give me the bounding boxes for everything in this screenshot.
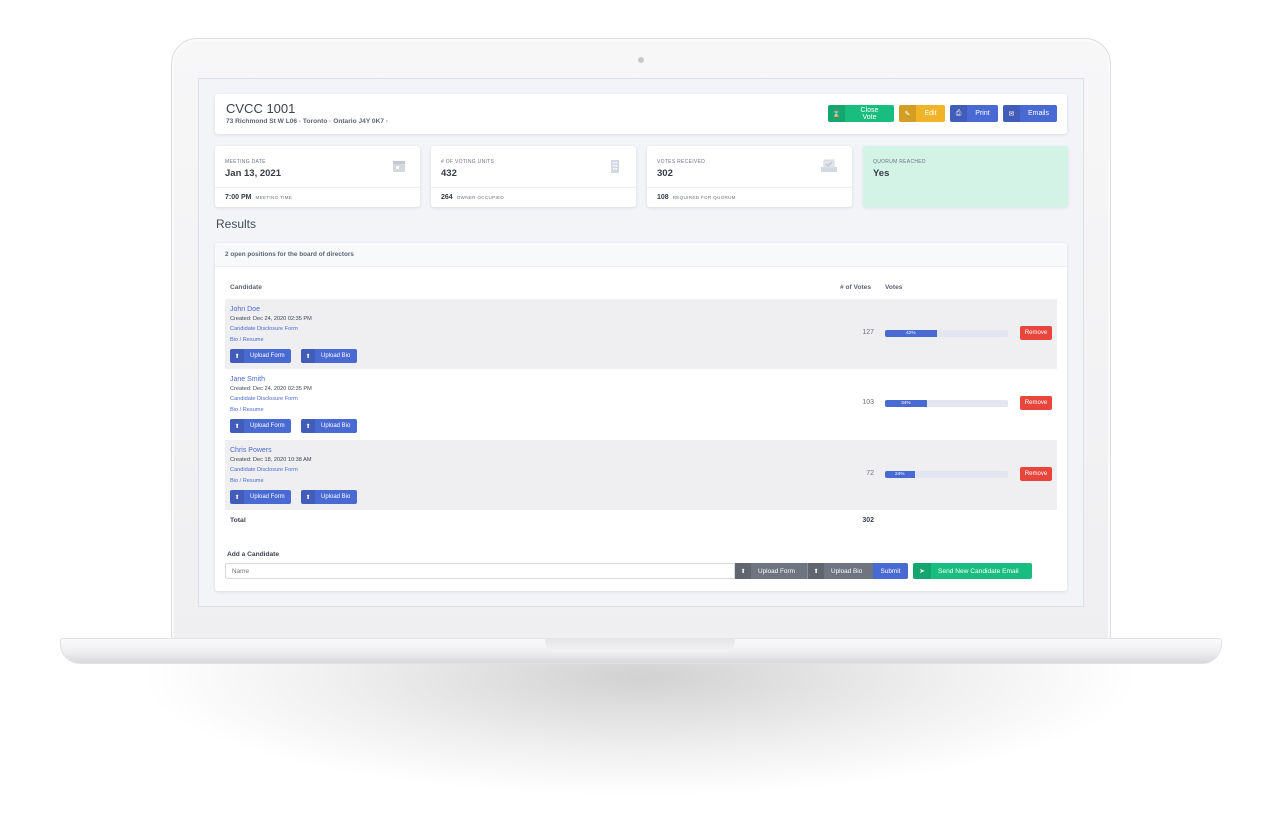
candidate-created: Created: Dec 24, 2020 02:35 PM bbox=[230, 316, 312, 322]
candidate-created: Created: Dec 24, 2020 02:35 PM bbox=[230, 386, 312, 392]
emails-button[interactable]: ✉ Emails bbox=[1003, 105, 1057, 122]
ballot-box-icon bbox=[820, 159, 838, 173]
upload-bio-button[interactable]: ⬆ Upload Bio bbox=[301, 490, 357, 504]
total-label: Total bbox=[230, 517, 246, 524]
upload-icon: ⬆ bbox=[735, 563, 751, 579]
voting-units-value: 432 bbox=[441, 168, 457, 179]
bio-resume-link[interactable]: Bio / Resume bbox=[230, 337, 264, 343]
upload-form-button[interactable]: ⬆ Upload Form bbox=[230, 490, 291, 504]
building-icon bbox=[608, 159, 622, 173]
candidate-name-link[interactable]: Jane Smith bbox=[230, 376, 265, 383]
results-heading: Results bbox=[216, 217, 257, 231]
submit-button[interactable]: Submit bbox=[873, 563, 908, 579]
upload-icon: ⬆ bbox=[301, 419, 315, 433]
vote-progress-bar: 34% bbox=[885, 400, 1008, 407]
edit-button[interactable]: ✎ Edit bbox=[899, 105, 945, 122]
col-votes: Votes bbox=[885, 284, 903, 291]
screen: CVCC 1001 73 Richmond St W L06 · Toronto… bbox=[198, 78, 1084, 607]
printer-icon: ⎙ bbox=[950, 105, 967, 122]
quorum-reached-value: Yes bbox=[873, 168, 890, 179]
upload-icon: ⬆ bbox=[230, 419, 244, 433]
send-candidate-email-button[interactable]: ➤ Send New Candidate Email bbox=[913, 563, 1032, 579]
page-title: CVCC 1001 bbox=[226, 101, 296, 116]
candidate-name-link[interactable]: John Doe bbox=[230, 306, 260, 313]
candidate-name-input[interactable] bbox=[225, 563, 735, 579]
meeting-time-value: 7:00 PM bbox=[225, 194, 252, 201]
upload-form-button[interactable]: ⬆ Upload Form bbox=[230, 419, 291, 433]
col-candidate: Candidate bbox=[230, 284, 262, 291]
vote-progress-bar: 24% bbox=[885, 471, 1008, 478]
upload-icon: ⬆ bbox=[808, 563, 824, 579]
owner-occupied-value: 264 bbox=[441, 194, 453, 201]
results-card: 2 open positions for the board of direct… bbox=[215, 243, 1067, 591]
paper-plane-icon: ➤ bbox=[913, 563, 931, 579]
disclosure-form-link[interactable]: Candidate Disclosure Form bbox=[230, 467, 298, 473]
laptop-notch bbox=[545, 638, 735, 652]
bio-resume-link[interactable]: Bio / Resume bbox=[230, 478, 264, 484]
hourglass-icon: ⌛ bbox=[828, 105, 845, 122]
total-row: Total 302 bbox=[225, 510, 1057, 532]
upload-icon: ⬆ bbox=[230, 490, 244, 504]
upload-bio-button[interactable]: ⬆ Upload Bio bbox=[301, 419, 357, 433]
property-address: 73 Richmond St W L06 · Toronto · Ontario… bbox=[226, 118, 389, 125]
quorum-reached-card: QUORUM REACHED Yes bbox=[863, 146, 1068, 207]
remove-button[interactable]: Remove bbox=[1020, 326, 1052, 340]
results-subhead: 2 open positions for the board of direct… bbox=[215, 243, 1067, 267]
candidate-row: Jane Smith Created: Dec 24, 2020 02:35 P… bbox=[225, 369, 1057, 439]
candidate-name-link[interactable]: Chris Powers bbox=[230, 447, 272, 454]
print-button[interactable]: ⎙ Print bbox=[950, 105, 998, 122]
vote-progress-fill: 24% bbox=[885, 471, 915, 478]
edit-icon: ✎ bbox=[899, 105, 916, 122]
upload-icon: ⬆ bbox=[301, 349, 315, 363]
upload-icon: ⬆ bbox=[230, 349, 244, 363]
upload-form-button[interactable]: ⬆ Upload Form bbox=[230, 349, 291, 363]
envelope-icon: ✉ bbox=[1003, 105, 1020, 122]
vote-progress-bar: 42% bbox=[885, 330, 1008, 337]
vote-progress-fill: 42% bbox=[885, 330, 937, 337]
meeting-date-value: Jan 13, 2021 bbox=[225, 168, 281, 179]
bio-resume-link[interactable]: Bio / Resume bbox=[230, 407, 264, 413]
disclosure-form-link[interactable]: Candidate Disclosure Form bbox=[230, 396, 298, 402]
vote-count: 127 bbox=[862, 329, 874, 336]
voting-units-card: # OF VOTING UNITS 432 264 OWNER OCCUPIED bbox=[431, 146, 636, 207]
candidate-row: John Doe Created: Dec 24, 2020 02:35 PM … bbox=[225, 299, 1057, 369]
votes-received-card: VOTES RECEIVED 302 108 REQUIRED FOR QUOR… bbox=[647, 146, 852, 207]
vote-count: 103 bbox=[862, 399, 874, 406]
remove-button[interactable]: Remove bbox=[1020, 396, 1052, 410]
vote-progress-fill: 34% bbox=[885, 400, 927, 407]
calendar-icon bbox=[392, 159, 406, 173]
upload-icon: ⬆ bbox=[301, 490, 315, 504]
property-header: CVCC 1001 73 Richmond St W L06 · Toronto… bbox=[215, 94, 1067, 134]
laptop-shadow bbox=[150, 664, 1130, 794]
add-upload-bio-button[interactable]: ⬆ Upload Bio bbox=[807, 563, 873, 579]
close-vote-button[interactable]: ⌛ Close Vote bbox=[828, 105, 894, 122]
col-num-votes: # of Votes bbox=[840, 284, 872, 291]
meeting-date-card: MEETING DATE Jan 13, 2021 7:00 PM MEETIN… bbox=[215, 146, 420, 207]
disclosure-form-link[interactable]: Candidate Disclosure Form bbox=[230, 326, 298, 332]
add-candidate-label: Add a Candidate bbox=[227, 551, 280, 558]
total-value: 302 bbox=[862, 517, 874, 524]
candidate-created: Created: Dec 18, 2020 10:38 AM bbox=[230, 457, 312, 463]
add-upload-form-button[interactable]: ⬆ Upload Form bbox=[735, 563, 807, 579]
upload-bio-button[interactable]: ⬆ Upload Bio bbox=[301, 349, 357, 363]
remove-button[interactable]: Remove bbox=[1020, 467, 1052, 481]
vote-count: 72 bbox=[866, 470, 874, 477]
candidate-row: Chris Powers Created: Dec 18, 2020 10:38… bbox=[225, 440, 1057, 510]
required-quorum-value: 108 bbox=[657, 194, 669, 201]
votes-received-value: 302 bbox=[657, 168, 673, 179]
camera-dot bbox=[638, 57, 644, 63]
